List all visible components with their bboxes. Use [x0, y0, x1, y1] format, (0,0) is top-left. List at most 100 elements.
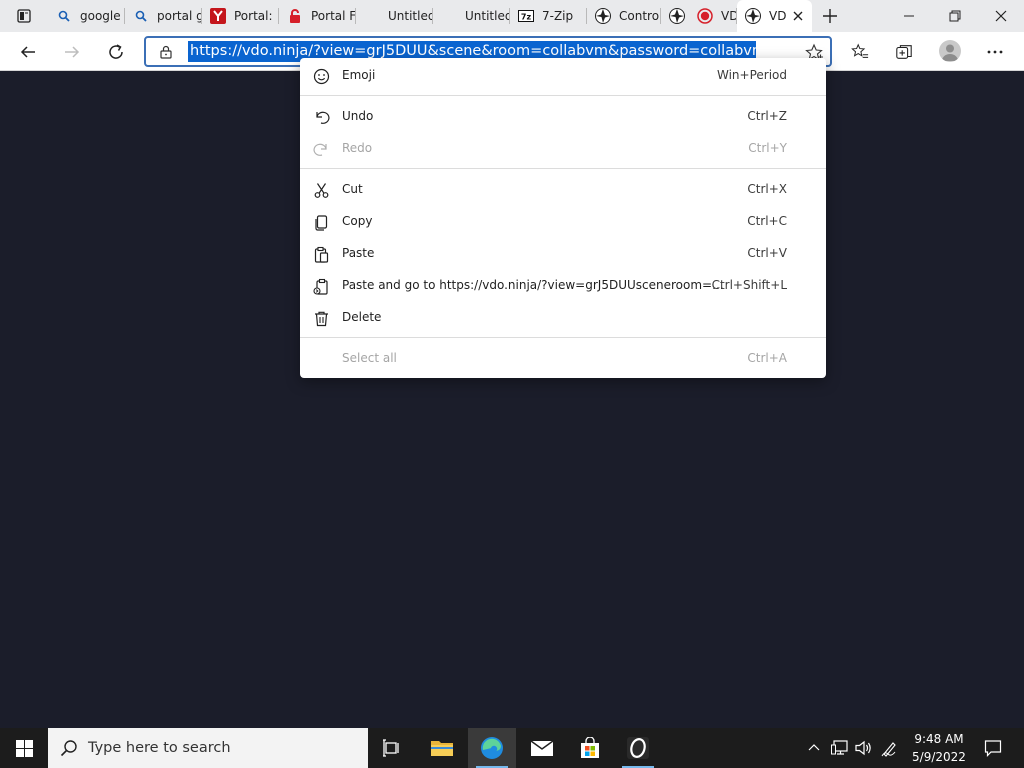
collections-button[interactable]	[889, 37, 919, 67]
clock-date: 5/9/2022	[912, 750, 966, 764]
menu-item-label: Emoji	[342, 68, 376, 82]
menu-item-shortcut: Ctrl+X	[747, 182, 787, 196]
menu-item-emoji[interactable]: Emoji Win+Period	[300, 60, 826, 92]
close-window-button[interactable]	[978, 0, 1024, 32]
minimize-button[interactable]	[886, 0, 932, 32]
restore-icon	[949, 10, 961, 22]
pen-tray-button[interactable]	[878, 728, 902, 768]
tab-title: VD	[769, 9, 787, 23]
menu-item-undo[interactable]: Undo Ctrl+Z	[300, 101, 826, 133]
tab-vdo-pinned[interactable]	[661, 0, 689, 32]
menu-item-redo[interactable]: Redo Ctrl+Y	[300, 133, 826, 165]
tab-google[interactable]: google	[48, 0, 125, 32]
ring-app-icon	[627, 737, 649, 759]
tab-actions-button[interactable]	[0, 0, 48, 32]
collections-icon	[896, 45, 912, 59]
menu-item-label: Paste and go to https://vdo.ninja/?view=…	[342, 278, 724, 292]
chevron-up-icon	[808, 744, 820, 751]
search-icon	[56, 8, 72, 24]
action-center-button[interactable]	[978, 728, 1008, 768]
menu-item-shortcut: Ctrl+V	[747, 246, 787, 260]
taskbar-clock[interactable]: 9:48 AM 5/9/2022	[904, 730, 974, 766]
tab-untitled-2[interactable]: Untitled	[433, 0, 510, 32]
menu-item-delete[interactable]: Delete	[300, 302, 826, 334]
blank-page-icon	[441, 8, 457, 24]
restore-button[interactable]	[932, 0, 978, 32]
tab-portal[interactable]: Portal:	[202, 0, 279, 32]
start-button[interactable]	[0, 728, 48, 768]
taskbar-mail[interactable]	[518, 728, 566, 768]
menu-item-label: Paste	[342, 246, 375, 260]
edge-browser-icon	[481, 737, 503, 759]
tab-portal-search[interactable]: portal g	[125, 0, 202, 32]
settings-more-button[interactable]	[980, 37, 1010, 67]
more-horizontal-icon	[987, 50, 1003, 54]
back-button[interactable]	[13, 37, 43, 67]
user-icon	[942, 44, 958, 61]
task-view-icon	[383, 739, 399, 757]
forward-button[interactable]	[57, 37, 87, 67]
pen-icon	[881, 742, 896, 757]
lock-icon[interactable]	[158, 44, 174, 60]
svg-text:7z: 7z	[521, 13, 532, 22]
menu-item-select-all[interactable]: Select all Ctrl+A	[300, 343, 826, 375]
tab-7zip[interactable]: 7z 7-Zip	[510, 0, 587, 32]
menu-item-label: Cut	[342, 182, 363, 196]
profile-avatar[interactable]	[939, 40, 961, 62]
store-bag-icon	[581, 737, 599, 758]
menu-item-copy[interactable]: Copy Ctrl+C	[300, 206, 826, 238]
taskbar-store[interactable]	[566, 728, 614, 768]
favorites-list-icon	[851, 43, 869, 58]
refresh-button[interactable]	[101, 37, 131, 67]
volume-tray-button[interactable]	[852, 728, 876, 768]
favorites-button[interactable]	[845, 37, 875, 67]
tab-portal-f[interactable]: Portal F	[279, 0, 356, 32]
menu-item-shortcut: Ctrl+A	[747, 351, 787, 365]
menu-item-cut[interactable]: Cut Ctrl+X	[300, 174, 826, 206]
new-tab-icon[interactable]	[818, 4, 842, 28]
task-view-button[interactable]	[368, 728, 416, 768]
taskbar-file-explorer[interactable]	[418, 728, 466, 768]
copy-icon	[315, 215, 328, 231]
taskbar-app-ring[interactable]	[614, 728, 662, 768]
context-menu: Emoji Win+Period Undo Ctrl+Z Redo Ctrl+Y…	[300, 58, 826, 378]
show-hidden-icons-button[interactable]	[804, 728, 824, 768]
menu-item-shortcut: Ctrl+Z	[747, 109, 787, 123]
emoji-icon	[313, 68, 330, 85]
tab-vd-active[interactable]: VD	[737, 0, 812, 32]
tab-title: Control	[619, 9, 661, 23]
notification-icon	[984, 740, 1002, 757]
tab-title: google	[80, 9, 121, 23]
speaker-icon	[855, 740, 871, 756]
tab-vd-recording[interactable]: VD	[689, 0, 737, 32]
network-icon	[831, 740, 848, 755]
search-placeholder: Type here to search	[88, 740, 231, 756]
paste-go-icon	[313, 278, 328, 295]
tab-title: Untitled	[388, 9, 433, 23]
trash-icon	[315, 311, 328, 327]
menu-item-paste-and-go[interactable]: Paste and go to https://vdo.ninja/?view=…	[300, 270, 826, 302]
arrow-right-icon	[65, 46, 80, 58]
network-tray-button[interactable]	[828, 728, 852, 768]
menu-item-shortcut: Win+Period	[716, 68, 787, 82]
menu-divider	[300, 95, 826, 96]
menu-item-label: Redo	[342, 141, 373, 155]
tab-title: Portal F	[311, 9, 356, 23]
tab-control[interactable]: Control	[587, 0, 661, 32]
close-icon	[995, 10, 1007, 22]
arrow-left-icon	[20, 46, 35, 58]
taskbar-search-box[interactable]: Type here to search	[48, 728, 368, 768]
menu-item-label: Delete	[342, 310, 382, 324]
close-tab-icon[interactable]	[790, 8, 806, 24]
menu-item-paste[interactable]: Paste Ctrl+V	[300, 238, 826, 270]
record-icon	[697, 8, 713, 24]
tab-untitled-1[interactable]: Untitled	[356, 0, 433, 32]
tab-title: 7-Zip	[542, 9, 574, 23]
menu-item-label: Select all	[342, 351, 397, 365]
tab-title: Portal:	[234, 9, 273, 23]
search-icon	[133, 8, 149, 24]
tab-strip: google portal g Portal: Portal F Untitle…	[0, 0, 1024, 32]
search-icon	[60, 740, 77, 757]
vdo-ninja-icon	[745, 8, 761, 24]
taskbar-edge[interactable]	[468, 728, 516, 768]
